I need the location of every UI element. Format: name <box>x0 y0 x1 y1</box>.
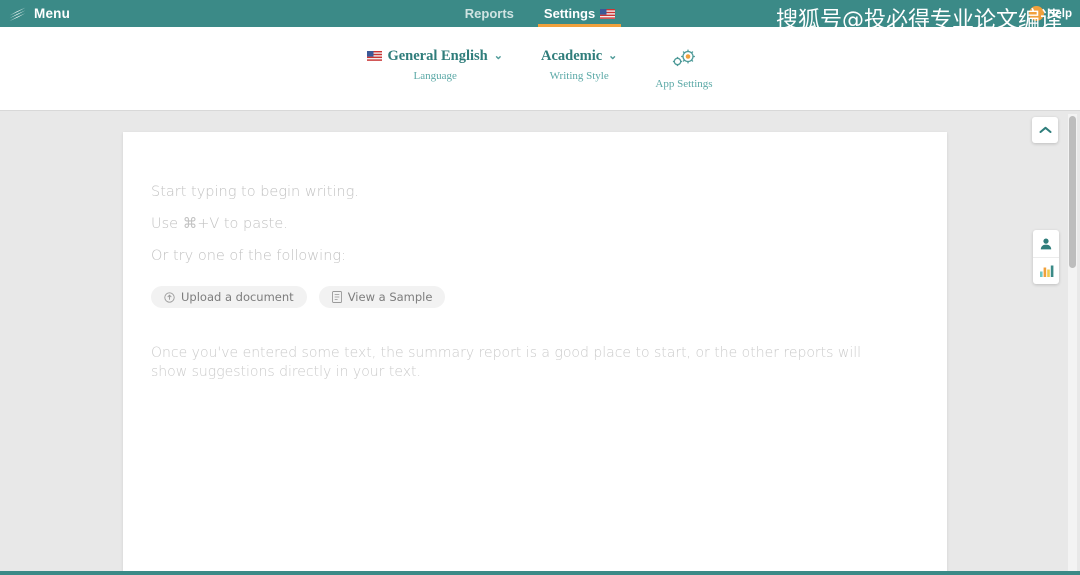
language-selector-main: General English ⌄ <box>367 47 503 65</box>
editor-area: Start typing to begin writing. Use ⌘+V t… <box>0 111 1080 575</box>
app-settings-button[interactable]: App Settings <box>655 47 713 90</box>
document-placeholder: Start typing to begin writing. Use ⌘+V t… <box>123 132 947 382</box>
language-label: Language <box>413 70 457 82</box>
upload-document-label: Upload a document <box>181 290 294 304</box>
document-icon <box>331 291 342 303</box>
writing-style-main: Academic ⌄ <box>541 47 617 65</box>
nav-settings-label: Settings <box>543 6 596 21</box>
placeholder-line-2: Use ⌘+V to paste. <box>151 216 288 232</box>
settings-toolbar: General English ⌄ Language Academic ⌄ Wr… <box>0 27 1080 111</box>
view-sample-button[interactable]: View a Sample <box>318 286 446 308</box>
gears-icon <box>672 49 695 67</box>
upload-document-button[interactable]: Upload a document <box>151 286 307 308</box>
placeholder-line-3: Or try one of the following: <box>151 248 346 264</box>
placeholder-actions: Upload a document View a Sample <box>151 286 919 308</box>
help-circle-icon <box>1029 6 1045 21</box>
top-nav-items: Reports Settings <box>0 0 1080 27</box>
user-icon <box>1040 238 1052 249</box>
bottom-accent-bar <box>0 571 1080 575</box>
app-settings-label: App Settings <box>655 78 713 90</box>
bar-chart-icon <box>1039 265 1053 277</box>
right-side-rail <box>1033 230 1059 284</box>
rail-statistics-button[interactable] <box>1033 257 1059 284</box>
chevron-down-icon: ⌄ <box>608 50 618 62</box>
collapse-panel-button[interactable] <box>1032 117 1058 143</box>
scrollbar-thumb[interactable] <box>1069 116 1076 268</box>
top-navigation-bar: Menu Reports Settings Help <box>0 0 1080 27</box>
us-flag-icon <box>367 51 383 61</box>
nav-reports[interactable]: Reports <box>465 0 514 27</box>
nav-reports-label: Reports <box>464 6 514 21</box>
help-label: Help <box>1047 7 1072 20</box>
writing-style-value: Academic <box>540 48 603 64</box>
nav-settings[interactable]: Settings <box>537 0 622 27</box>
document-page[interactable]: Start typing to begin writing. Use ⌘+V t… <box>123 132 947 575</box>
placeholder-note: Once you've entered some text, the summa… <box>151 345 862 380</box>
writing-style-label: Writing Style <box>549 70 609 82</box>
chevron-down-icon: ⌄ <box>493 50 503 62</box>
rail-user-profile-button[interactable] <box>1033 230 1059 257</box>
language-selector[interactable]: General English ⌄ Language <box>367 47 503 82</box>
upload-circle-icon <box>164 291 175 303</box>
chevron-up-icon <box>1039 126 1051 133</box>
view-sample-label: View a Sample <box>347 290 433 304</box>
us-flag-icon <box>600 8 616 19</box>
help-button[interactable]: Help <box>1029 0 1072 27</box>
language-value: General English <box>387 48 488 64</box>
app-root: Menu Reports Settings Help 搜狐号@投必得专业论文编译… <box>0 0 1080 575</box>
writing-style-selector[interactable]: Academic ⌄ Writing Style <box>541 47 617 82</box>
placeholder-line-1: Start typing to begin writing. <box>151 184 359 200</box>
